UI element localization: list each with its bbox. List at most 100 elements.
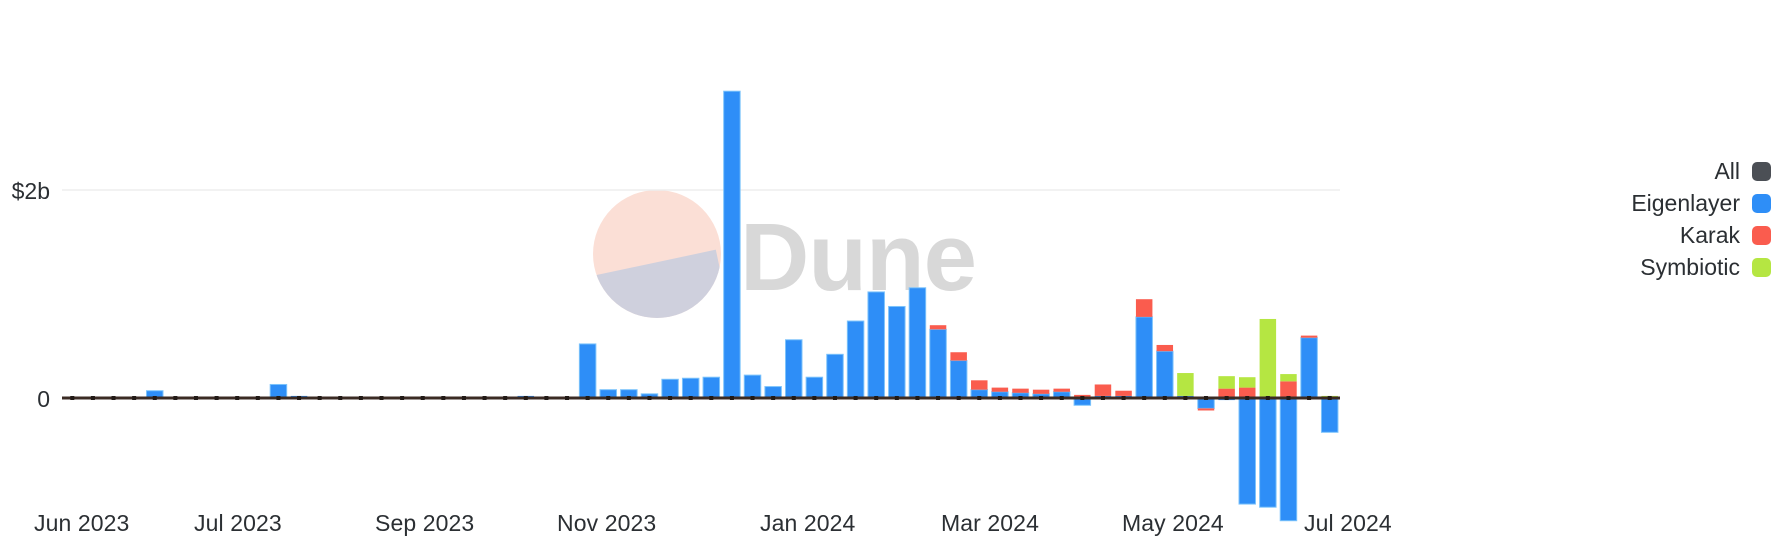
axis-tick [668, 396, 673, 400]
bar-segment [1053, 388, 1070, 392]
axis-tick [111, 396, 116, 400]
legend-label-eigenlayer: Eigenlayer [1631, 190, 1740, 216]
bar-segment [1177, 373, 1194, 396]
legend-item-all[interactable]: All [1714, 160, 1771, 183]
axis-tick [1204, 396, 1209, 400]
axis-tick [936, 396, 941, 400]
bar-segment [1012, 388, 1029, 393]
bar-segment [1156, 350, 1174, 399]
bar-segment [826, 353, 844, 399]
axis-tick [1307, 396, 1312, 400]
axis-tick [90, 396, 95, 400]
chart-legend: All Eigenlayer Karak Symbiotic [1631, 160, 1771, 279]
bar-segment [723, 90, 741, 399]
axis-tick [1059, 396, 1064, 400]
bar-segment [661, 378, 679, 399]
bar-segment [1197, 408, 1215, 411]
legend-swatch-karak [1752, 226, 1771, 245]
axis-tick [193, 396, 198, 400]
bar-segment [1238, 397, 1256, 505]
bar-segment [1259, 318, 1277, 398]
bar-segment [950, 352, 967, 361]
bar-segment [846, 320, 865, 399]
bar-segment [929, 325, 947, 330]
bar-segment [1115, 390, 1132, 396]
bar-segment [743, 374, 762, 399]
legend-swatch-symbiotic [1752, 258, 1771, 277]
plot-area: Dune [0, 0, 1779, 553]
axis-tick [915, 396, 920, 400]
axis-tick [523, 396, 528, 400]
axis-tick [1245, 396, 1250, 400]
bar-segment [949, 360, 968, 399]
axis-tick [379, 396, 384, 400]
y-tick-label-0: 0 [37, 386, 50, 412]
axis-tick [420, 396, 425, 400]
axis-tick [853, 396, 858, 400]
axis-tick [70, 396, 75, 400]
x-tick-label-0: Jun 2023 [34, 510, 130, 536]
axis-tick [750, 396, 755, 400]
axis-tick [503, 396, 508, 400]
legend-item-eigenlayer[interactable]: Eigenlayer [1631, 192, 1771, 215]
axis-tick [441, 396, 446, 400]
bar-segment [1218, 376, 1235, 389]
axis-tick [812, 396, 817, 400]
axis-tick [977, 396, 982, 400]
axis-tick [1286, 396, 1291, 400]
legend-label-symbiotic: Symbiotic [1640, 254, 1740, 280]
bar-segment [1300, 337, 1318, 399]
axis-tick [606, 396, 611, 400]
axis-tick [997, 396, 1002, 400]
x-tick-label-3: Nov 2023 [557, 510, 657, 536]
axis-tick [338, 396, 343, 400]
bar-segment [785, 339, 803, 399]
bar-segment [1156, 344, 1174, 352]
bar-segment [578, 343, 597, 399]
bar-segment [1094, 384, 1112, 396]
bar-segment [1300, 335, 1318, 338]
bar-segment [1280, 381, 1297, 398]
axis-tick [400, 396, 405, 400]
axis-tick [585, 396, 590, 400]
bar-segment [908, 287, 927, 399]
axis-tick [482, 396, 487, 400]
axis-tick [626, 396, 631, 400]
axis-tick [956, 396, 961, 400]
bar-segment [1239, 377, 1256, 388]
bar-segment [805, 376, 824, 399]
axis-tick [1018, 396, 1023, 400]
x-tick-label-5: Mar 2024 [941, 510, 1039, 536]
axis-tick [1080, 396, 1085, 400]
x-tick-label-6: May 2024 [1122, 510, 1224, 536]
axis-tick [1100, 396, 1105, 400]
axis-tick [317, 396, 322, 400]
bar-segment [1259, 397, 1277, 508]
axis-tick [1224, 396, 1229, 400]
axis-tick [647, 396, 652, 400]
legend-item-symbiotic[interactable]: Symbiotic [1640, 256, 1771, 279]
axis-tick [132, 396, 137, 400]
axis-tick [152, 396, 157, 400]
axis-tick [791, 396, 796, 400]
axis-tick [874, 396, 879, 400]
axis-tick [544, 396, 549, 400]
axis-tick [688, 396, 693, 400]
bar-segment [888, 305, 906, 399]
axis-tick [894, 396, 899, 400]
axis-tick [771, 396, 776, 400]
axis-tick [565, 396, 570, 400]
legend-item-karak[interactable]: Karak [1680, 224, 1771, 247]
bar-segment [1279, 397, 1298, 522]
x-tick-label-7: Jul 2024 [1304, 510, 1392, 536]
bar-segment [1280, 374, 1297, 382]
legend-label-karak: Karak [1679, 222, 1740, 248]
x-tick-label-2: Sep 2023 [375, 510, 475, 536]
bar-segment [1135, 299, 1153, 317]
axis-tick [255, 396, 260, 400]
axis-tick [1142, 396, 1147, 400]
bar-segment [1135, 316, 1153, 399]
axis-tick [729, 396, 734, 400]
axis-tick [1183, 396, 1188, 400]
bar-segment [681, 377, 700, 399]
